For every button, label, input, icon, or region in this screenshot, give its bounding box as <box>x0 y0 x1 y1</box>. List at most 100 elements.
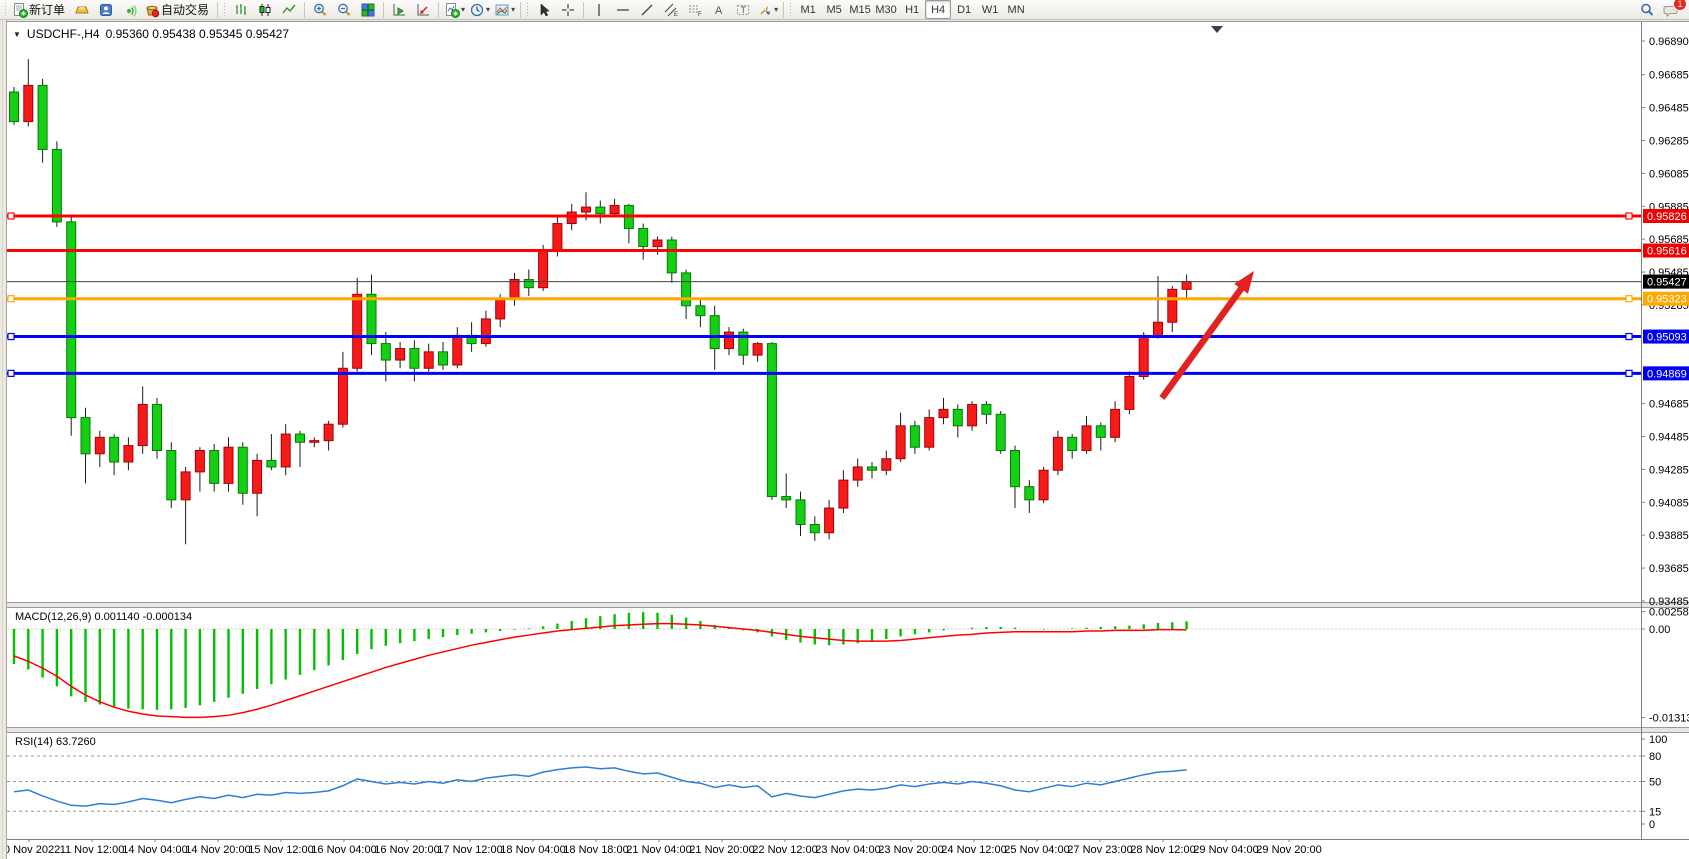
line-handle[interactable] <box>1626 370 1632 376</box>
candle <box>925 418 934 448</box>
line-handle[interactable] <box>8 334 14 340</box>
timeframe-w1-button[interactable]: W1 <box>977 0 1003 19</box>
arrows-tool-button[interactable]: ▾ <box>755 0 780 20</box>
line-handle[interactable] <box>1626 213 1632 219</box>
candle <box>810 525 819 533</box>
horizontal-line-object[interactable] <box>7 213 1641 219</box>
timeframe-mn-button[interactable]: MN <box>1003 0 1029 19</box>
svg-text:23 Nov 20:00: 23 Nov 20:00 <box>878 844 943 856</box>
candle <box>124 446 133 462</box>
timeframe-h1-button[interactable]: H1 <box>899 0 925 19</box>
candle <box>696 306 705 316</box>
autotrading-button[interactable]: 自动交易 <box>142 0 214 20</box>
candle <box>1053 437 1062 470</box>
chart-window[interactable]: 0.968900.966850.964850.962850.960850.958… <box>7 21 1689 859</box>
svg-text:0.94085: 0.94085 <box>1649 497 1689 509</box>
hline-objects-layer <box>7 213 1641 376</box>
candle <box>853 467 862 480</box>
new-order-icon <box>12 2 28 18</box>
svg-text:14 Nov 20:00: 14 Nov 20:00 <box>185 844 250 856</box>
horizontal-line-object[interactable] <box>7 296 1641 302</box>
chart-canvas[interactable]: 0.968900.966850.964850.962850.960850.958… <box>7 22 1689 859</box>
candle <box>10 92 19 122</box>
candle <box>396 349 405 361</box>
indicators-button[interactable]: ▾ <box>442 0 467 20</box>
timeframe-m1-button[interactable]: M1 <box>795 0 821 19</box>
bar-chart-mode-button[interactable] <box>229 0 253 20</box>
line-chart-mode-button[interactable] <box>277 0 301 20</box>
svg-text:15: 15 <box>1649 806 1661 818</box>
new-order-button[interactable]: 新订单 <box>10 0 70 20</box>
periods-button[interactable]: ▾ <box>467 0 492 20</box>
price-axis[interactable]: 0.968900.966850.964850.962850.960850.958… <box>1641 36 1689 831</box>
line-handle[interactable] <box>8 370 14 376</box>
chart-shift-marker[interactable] <box>1211 26 1223 33</box>
line-handle[interactable] <box>8 213 14 219</box>
text-label-tool-button[interactable]: T <box>731 0 755 20</box>
auto-scroll-button[interactable] <box>387 0 411 20</box>
svg-text:80: 80 <box>1649 751 1661 763</box>
candle <box>1096 426 1105 438</box>
candle <box>996 414 1005 450</box>
svg-text:0.95093: 0.95093 <box>1647 332 1687 344</box>
svg-text:T: T <box>741 5 747 15</box>
timeframe-d1-button[interactable]: D1 <box>951 0 977 19</box>
timeframe-m30-button[interactable]: M30 <box>873 0 899 19</box>
horizontal-line-tool-button[interactable] <box>611 0 635 20</box>
channel-tool-button[interactable]: E <box>659 0 683 20</box>
market-depth-button[interactable] <box>70 0 94 20</box>
svg-text:29 Nov 04:00: 29 Nov 04:00 <box>1193 844 1258 856</box>
search-icon <box>1639 2 1655 18</box>
chart-shift-button[interactable] <box>411 0 435 20</box>
zoom-out-button[interactable] <box>332 0 356 20</box>
candle <box>968 404 977 425</box>
candle <box>410 349 419 369</box>
zoom-in-button[interactable] <box>308 0 332 20</box>
candle <box>1025 487 1034 500</box>
signals-button[interactable] <box>118 0 142 20</box>
macd-signal-line <box>14 624 1187 718</box>
horizontal-line-object[interactable] <box>7 370 1641 376</box>
candle <box>153 404 162 450</box>
svg-text:-0.013133: -0.013133 <box>1649 713 1689 725</box>
candle <box>238 447 247 493</box>
candlestick-chart-icon <box>257 2 273 18</box>
search-button[interactable] <box>1635 0 1659 20</box>
toolbar-separator <box>217 2 218 18</box>
timeframe-m5-button[interactable]: M5 <box>821 0 847 19</box>
candle <box>381 344 390 360</box>
trendline-tool-button[interactable] <box>635 0 659 20</box>
market-watch-button[interactable] <box>94 0 118 20</box>
svg-text:0.96890: 0.96890 <box>1649 36 1689 48</box>
candle <box>553 224 562 252</box>
clock-icon <box>469 2 485 18</box>
line-handle[interactable] <box>1626 334 1632 340</box>
templates-button[interactable]: ▾ <box>492 0 517 20</box>
cursor-tool-button[interactable] <box>532 0 556 20</box>
fibonacci-tool-button[interactable]: F <box>683 0 707 20</box>
crosshair-tool-button[interactable] <box>556 0 580 20</box>
timeframe-h4-button[interactable]: H4 <box>925 0 951 19</box>
svg-text:16 Nov 20:00: 16 Nov 20:00 <box>374 844 439 856</box>
time-axis[interactable]: 10 Nov 202211 Nov 12:0014 Nov 04:0014 No… <box>7 839 1322 856</box>
vertical-line-icon <box>591 2 607 18</box>
line-handle[interactable] <box>1626 296 1632 302</box>
expand-arrow-icon[interactable]: ▼ <box>13 30 21 39</box>
candle <box>281 434 290 467</box>
candlestick-mode-button[interactable] <box>253 0 277 20</box>
toolbar-separator <box>438 2 439 18</box>
candle <box>610 205 619 213</box>
candle <box>767 344 776 497</box>
horizontal-line-object[interactable] <box>7 334 1641 340</box>
svg-text:16 Nov 04:00: 16 Nov 04:00 <box>311 844 376 856</box>
line-handle[interactable] <box>8 296 14 302</box>
vertical-line-tool-button[interactable] <box>587 0 611 20</box>
chart-shift-icon <box>415 2 431 18</box>
notifications-button[interactable]: 1 <box>1659 0 1683 20</box>
timeframe-m15-button[interactable]: M15 <box>847 0 873 19</box>
tile-windows-button[interactable] <box>356 0 380 20</box>
chevron-down-icon: ▾ <box>461 5 465 14</box>
arrow-shapes-icon <box>757 2 773 18</box>
price-tag: 0.95616 <box>1643 244 1689 258</box>
text-tool-button[interactable]: A <box>707 0 731 20</box>
